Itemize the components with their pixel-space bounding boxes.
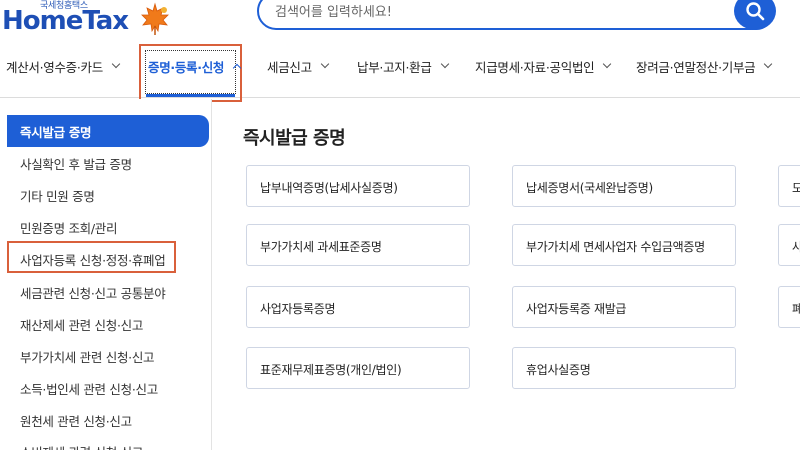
search-icon	[746, 2, 765, 21]
search-box	[257, 0, 775, 30]
sidebar-item-business-registration[interactable]: 사업자등록 신청·정정·휴폐업	[20, 250, 166, 269]
sidebar-item-cert-manage[interactable]: 민원증명 조회/관리	[20, 218, 117, 237]
sidebar-item-verified-cert[interactable]: 사실확인 후 발급 증명	[20, 154, 132, 173]
header: 국세청홈택스 HomeTax	[0, 0, 800, 38]
card-label: 모	[792, 181, 800, 195]
logo-title: HomeTax	[2, 6, 129, 36]
sidebar-item-other-cert[interactable]: 기타 민원 증명	[20, 186, 95, 205]
nav-item-label: 증명·등록·신청	[148, 59, 225, 75]
hometax-logo[interactable]: 국세청홈택스 HomeTax	[0, 0, 175, 36]
main-nav: 계산서·영수증·카드 증명·등록·신청 세금신고 납부·고지·환급 지급명세·자…	[0, 44, 800, 102]
sidebar-item-withholding[interactable]: 원천세 관련 신청·신고	[20, 411, 132, 430]
card-financial-statement[interactable]: 표준재무제표증명(개인/법인)	[246, 347, 470, 389]
card-label: 사업자등록증명	[260, 302, 336, 316]
card-label: 표준재무제표증명(개인/법인)	[260, 363, 402, 377]
chevron-down-icon	[440, 59, 449, 69]
nav-item-statement[interactable]: 지급명세·자료·공익법인	[475, 56, 612, 76]
nav-item-label: 세금신고	[267, 59, 312, 75]
chevron-up-icon	[232, 63, 242, 72]
page-title: 즉시발급 증명	[243, 128, 346, 149]
card-tax-payment-cert[interactable]: 납세증명서(국세완납증명)	[512, 165, 736, 207]
card-vat-exempt-income[interactable]: 부가가치세 면세사업자 수입금액증명	[512, 224, 736, 266]
card-partial-3[interactable]: 폐	[778, 286, 800, 328]
sidebar-item-consumption[interactable]: 소비제세 관련 신청·신고	[20, 442, 143, 450]
maple-leaf-icon	[138, 2, 170, 35]
chevron-down-icon	[320, 59, 330, 69]
nav-item-certificate[interactable]: 증명·등록·신청	[148, 56, 242, 76]
card-label: 납세증명서(국세완납증명)	[526, 181, 653, 195]
sidebar-item-vat[interactable]: 부가가치세 관련 신청·신고	[20, 347, 155, 366]
nav-item-label: 장려금·연말정산·기부금	[636, 59, 756, 75]
sidebar-item-tax-common[interactable]: 세금관련 신청·신고 공통분야	[20, 283, 166, 302]
card-business-registration-cert[interactable]: 사업자등록증명	[246, 286, 470, 328]
nav-active-underline	[146, 94, 235, 97]
nav-item-tax-report[interactable]: 세금신고	[267, 56, 330, 76]
chevron-down-icon	[764, 59, 773, 69]
nav-item-label: 지급명세·자료·공익법인	[475, 59, 595, 75]
search-input[interactable]	[275, 3, 705, 21]
chevron-down-icon	[111, 59, 121, 69]
card-payment-history[interactable]: 납부내역증명(납세사실증명)	[246, 165, 470, 207]
chevron-down-icon	[603, 59, 612, 69]
nav-item-invoice[interactable]: 계산서·영수증·카드	[6, 56, 121, 76]
card-label: 폐	[792, 302, 800, 316]
card-label: 부가가치세 과세표준증명	[260, 240, 382, 254]
nav-item-payment[interactable]: 납부·고지·환급	[357, 56, 449, 76]
nav-item-label: 계산서·영수증·카드	[6, 59, 103, 75]
nav-item-incentive[interactable]: 장려금·연말정산·기부금	[636, 56, 773, 76]
card-registration-reissue[interactable]: 사업자등록증 재발급	[512, 286, 736, 328]
nav-item-label: 납부·고지·환급	[357, 59, 432, 75]
card-partial-2[interactable]: 사	[778, 224, 800, 266]
card-vat-tax-base[interactable]: 부가가치세 과세표준증명	[246, 224, 470, 266]
sidebar: 즉시발급 증명 사실확인 후 발급 증명 기타 민원 증명 민원증명 조회/관리…	[0, 99, 212, 450]
card-suspension-cert[interactable]: 휴업사실증명	[512, 347, 736, 389]
sidebar-item-income-corp[interactable]: 소득·법인세 관련 신청·신고	[20, 379, 158, 398]
sidebar-item-instant-cert[interactable]: 즉시발급 증명	[20, 122, 92, 141]
sidebar-item-property-tax[interactable]: 재산제세 관련 신청·신고	[20, 315, 143, 334]
card-label: 부가가치세 면세사업자 수입금액증명	[526, 240, 705, 254]
card-label: 휴업사실증명	[526, 363, 591, 377]
card-partial-1[interactable]: 모	[778, 165, 800, 207]
card-label: 납부내역증명(납세사실증명)	[260, 181, 398, 195]
card-label: 사	[792, 240, 800, 254]
card-label: 사업자등록증 재발급	[526, 302, 627, 316]
